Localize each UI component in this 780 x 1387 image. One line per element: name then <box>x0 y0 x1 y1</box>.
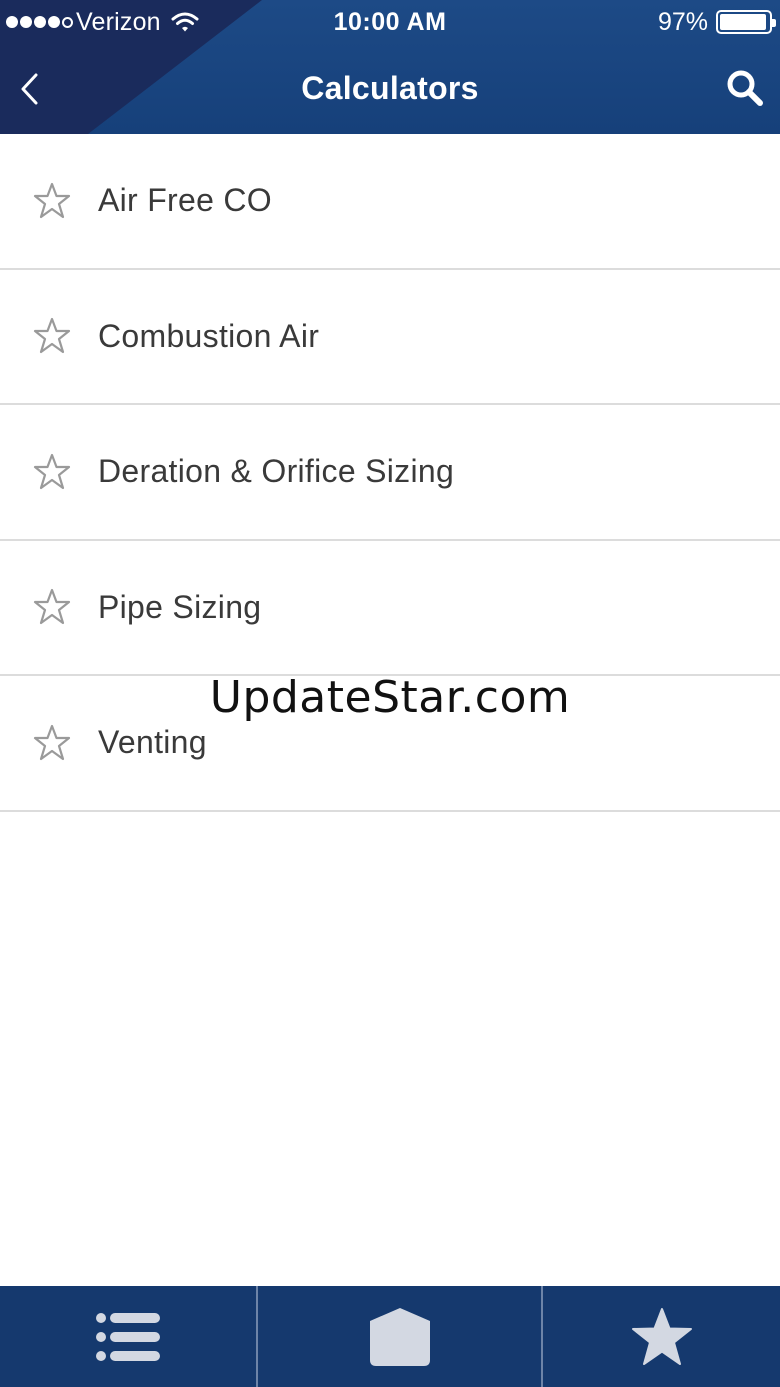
star-outline-icon[interactable] <box>32 181 72 221</box>
list-item-label: Pipe Sizing <box>98 588 262 625</box>
app-header: Verizon 10:00 AM 97% Calculators <box>0 0 780 134</box>
star-outline-icon[interactable] <box>32 723 72 763</box>
list-item-label: Combustion Air <box>98 317 320 354</box>
star-outline-icon[interactable] <box>32 452 72 492</box>
star-outline-icon[interactable] <box>32 587 72 627</box>
battery-icon <box>716 10 776 34</box>
list-item-combustion-air[interactable]: Combustion Air <box>0 269 780 405</box>
list-item-deration-orifice-sizing[interactable]: Deration & Orifice Sizing <box>0 405 780 541</box>
list-item-pipe-sizing[interactable]: Pipe Sizing <box>0 540 780 676</box>
list-item-label: Venting <box>98 724 207 761</box>
list-item-air-free-co[interactable]: Air Free CO <box>0 134 780 270</box>
watermark-text: UpdateStar.com <box>209 672 571 723</box>
list-item-label: Air Free CO <box>98 182 272 219</box>
tab-list[interactable] <box>0 1286 258 1387</box>
star-icon <box>631 1307 692 1365</box>
page-title: Calculators <box>301 70 479 106</box>
search-button[interactable] <box>724 66 766 110</box>
list-item-label: Deration & Orifice Sizing <box>98 453 455 490</box>
navigation-bar: Calculators <box>0 44 780 134</box>
tab-bar <box>0 1286 780 1387</box>
tab-favorites[interactable] <box>543 1286 780 1387</box>
status-right: 97% <box>657 7 776 36</box>
home-icon <box>369 1307 430 1366</box>
status-bar: Verizon 10:00 AM 97% <box>0 0 780 44</box>
battery-percent: 97% <box>657 7 708 36</box>
list-icon <box>96 1312 160 1361</box>
tab-home[interactable] <box>258 1286 543 1387</box>
star-outline-icon[interactable] <box>32 316 72 356</box>
search-icon <box>727 70 763 106</box>
